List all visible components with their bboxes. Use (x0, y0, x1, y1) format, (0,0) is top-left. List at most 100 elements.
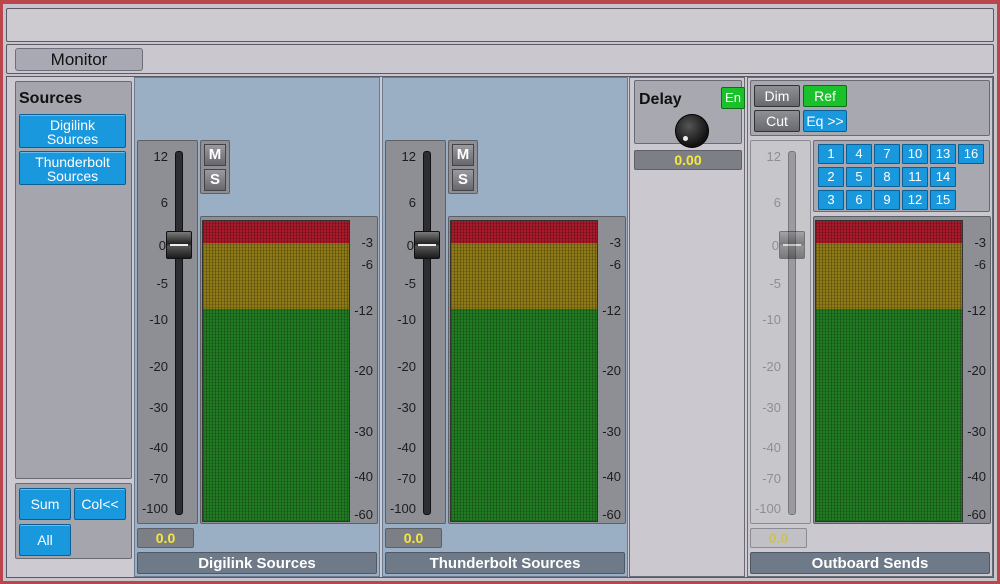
top-toolbar (6, 8, 994, 42)
meter-scale-label: -3 (361, 235, 373, 250)
fader-scale-label: -5 (156, 276, 168, 291)
dim-button[interactable]: Dim (754, 85, 800, 107)
fader-handle[interactable] (414, 231, 440, 259)
source-label-line2: Sources (46, 168, 99, 184)
mute-solo-panel: M S (448, 140, 478, 194)
output-9-button[interactable]: 9 (874, 190, 900, 210)
output-16-button[interactable]: 16 (958, 144, 984, 164)
fader-scale-label: 6 (773, 195, 781, 210)
sum-button[interactable]: Sum (19, 488, 71, 520)
fader-scale-label: -10 (149, 312, 168, 327)
fader-track[interactable] (175, 151, 183, 515)
delay-knob[interactable] (675, 114, 709, 148)
monitor-controls: Dim Ref Cut Eq >> (750, 80, 990, 136)
fader-scale-label: -20 (149, 359, 168, 374)
output-6-button[interactable]: 6 (846, 190, 872, 210)
delay-enable-button[interactable]: En (721, 87, 745, 109)
meter-scale-label: -12 (602, 303, 621, 318)
tab-monitor[interactable]: Monitor (15, 48, 143, 71)
fader-scale-label: -30 (397, 400, 416, 415)
eq-button[interactable]: Eq >> (803, 110, 847, 132)
meter-scale-label: -12 (354, 303, 373, 318)
meter-scale-label: -30 (354, 424, 373, 439)
meter-scale-label: -20 (967, 363, 986, 378)
delay-panel: Delay En 0.00 (629, 77, 745, 577)
fader-track[interactable] (423, 151, 431, 515)
fader-panel: 12 6 0 -5 -10 -20 -30 -40 -70 -100 (385, 140, 446, 524)
fader-scale-label: -5 (769, 276, 781, 291)
strip-name-label: Thunderbolt Sources (385, 552, 625, 574)
fader-scale-label: 0 (158, 238, 166, 253)
meter-scale-label: -30 (967, 424, 986, 439)
meter-scale-label: -20 (602, 363, 621, 378)
fader-value[interactable]: 0.0 (385, 528, 442, 548)
fader-scale-label: -100 (389, 501, 416, 516)
mute-button[interactable]: M (204, 144, 226, 166)
output-3-button[interactable]: 3 (818, 190, 844, 210)
solo-button[interactable]: S (452, 169, 474, 191)
output-10-button[interactable]: 10 (902, 144, 928, 164)
output-2-button[interactable]: 2 (818, 167, 844, 187)
fader-scale-label: -10 (397, 312, 416, 327)
delay-value[interactable]: 0.00 (634, 150, 742, 170)
meter-scale-label: -6 (609, 257, 621, 272)
cut-button[interactable]: Cut (754, 110, 800, 132)
all-button[interactable]: All (19, 524, 71, 556)
meter-scale-label: -60 (354, 507, 373, 522)
fader-scale-label: -70 (762, 471, 781, 486)
output-8-button[interactable]: 8 (874, 167, 900, 187)
tab-bar: Monitor (6, 44, 994, 74)
output-5-button[interactable]: 5 (846, 167, 872, 187)
meter-scale-label: -40 (354, 469, 373, 484)
fader-scale-label: -10 (762, 312, 781, 327)
output-1-button[interactable]: 1 (818, 144, 844, 164)
fader-panel-disabled: 12 6 0 -5 -10 -20 -30 -40 -70 -100 (750, 140, 811, 524)
level-meter-panel: -3 -6 -12 -20 -30 -40 -60 (448, 216, 626, 524)
output-12-button[interactable]: 12 (902, 190, 928, 210)
fader-scale-label: -5 (404, 276, 416, 291)
fader-scale-label: -40 (149, 440, 168, 455)
collapse-button[interactable]: Col<< (74, 488, 126, 520)
fader-scale-label: 0 (406, 238, 414, 253)
fader-scale-label: 12 (766, 149, 781, 164)
source-label-line1: Digilink (49, 117, 96, 133)
fader-handle[interactable] (166, 231, 192, 259)
fader-scale-label: -40 (397, 440, 416, 455)
fader-scale-label: -30 (762, 400, 781, 415)
ref-button[interactable]: Ref (803, 85, 847, 107)
fader-scale-label: 6 (408, 195, 416, 210)
output-select-grid: 1 4 7 10 13 16 2 5 8 11 14 3 6 9 12 15 (813, 140, 990, 212)
source-thunderbolt-button[interactable]: Thunderbolt Sources (19, 151, 126, 185)
mute-button[interactable]: M (452, 144, 474, 166)
outboard-sends-strip: Dim Ref Cut Eq >> 12 6 0 -5 -10 -20 -30 … (747, 77, 993, 577)
fader-scale-label: 12 (401, 149, 416, 164)
fader-handle (779, 231, 805, 259)
delay-title: Delay (639, 91, 682, 108)
fader-scale-label: -100 (141, 501, 168, 516)
level-meter (450, 220, 598, 522)
output-14-button[interactable]: 14 (930, 167, 956, 187)
meter-scale-label: -40 (602, 469, 621, 484)
level-meter (202, 220, 350, 522)
strip-name-label: Digilink Sources (137, 552, 377, 574)
level-meter-panel: -3 -6 -12 -20 -30 -40 -60 (813, 216, 991, 524)
fader-panel: 12 6 0 -5 -10 -20 -30 -40 -70 -100 (137, 140, 198, 524)
solo-button[interactable]: S (204, 169, 226, 191)
output-4-button[interactable]: 4 (846, 144, 872, 164)
output-7-button[interactable]: 7 (874, 144, 900, 164)
source-digilink-button[interactable]: Digilink Sources (19, 114, 126, 148)
fader-value[interactable]: 0.0 (137, 528, 194, 548)
channel-strip-digilink: 12 6 0 -5 -10 -20 -30 -40 -70 -100 M S -… (134, 77, 380, 577)
sources-panel: Sources Digilink Sources Thunderbolt Sou… (15, 81, 132, 479)
source-label-line2: Sources (46, 131, 99, 147)
sources-actions: Sum Col<< All (15, 483, 132, 559)
output-15-button[interactable]: 15 (930, 190, 956, 210)
app-window: Monitor Sources Digilink Sources Thunder… (0, 0, 1000, 584)
fader-scale-label: 0 (771, 238, 779, 253)
output-11-button[interactable]: 11 (902, 167, 928, 187)
strip-name-label: Outboard Sends (750, 552, 990, 574)
meter-scale-label: -3 (974, 235, 986, 250)
fader-scale-label: -70 (149, 471, 168, 486)
fader-scale-label: -40 (762, 440, 781, 455)
output-13-button[interactable]: 13 (930, 144, 956, 164)
